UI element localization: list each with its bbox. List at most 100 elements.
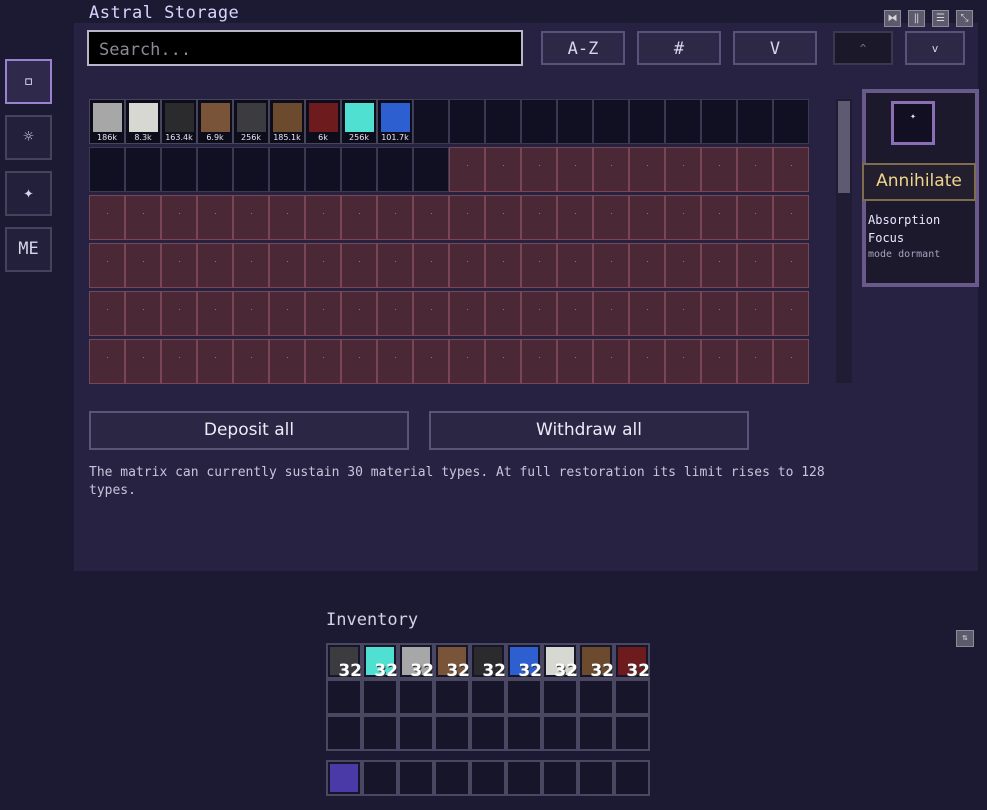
inventory-slot-empty[interactable] xyxy=(578,715,614,751)
inventory-title: Inventory xyxy=(326,610,419,630)
focus-slot[interactable]: ✦ xyxy=(891,101,935,145)
list-icon[interactable]: ☰ xyxy=(932,10,949,27)
inventory-slot-empty[interactable] xyxy=(326,679,362,715)
inventory-slot-empty[interactable] xyxy=(434,715,470,751)
inventory-slot-deepslate[interactable]: 32 xyxy=(326,643,362,681)
item-count: 32 xyxy=(626,661,650,681)
sort-count-button[interactable]: # xyxy=(637,31,721,65)
inventory-slot-empty[interactable] xyxy=(470,715,506,751)
inventory-slot-empty[interactable] xyxy=(506,760,542,796)
focus-title: Absorption Focus xyxy=(868,213,941,245)
inventory-slot-empty[interactable] xyxy=(398,715,434,751)
inventory-slot-astral-matrix[interactable] xyxy=(326,760,362,796)
storage-slot-coarse-dirt[interactable]: 185.1k xyxy=(269,99,305,144)
storage-slot-locked xyxy=(269,339,305,384)
sort-icon[interactable]: ⇅ xyxy=(956,630,974,647)
storage-slot-empty[interactable] xyxy=(665,99,701,144)
inventory-slot-empty[interactable] xyxy=(434,679,470,715)
storage-slot-empty[interactable] xyxy=(449,99,485,144)
inventory-slot-empty[interactable] xyxy=(542,715,578,751)
inventory-slot-empty[interactable] xyxy=(398,679,434,715)
storage-slot-empty[interactable] xyxy=(557,99,593,144)
search-input[interactable]: Search... xyxy=(87,30,523,66)
collapse-icon[interactable]: ⧓ xyxy=(884,10,901,27)
inventory-slot-coal[interactable]: 32 xyxy=(470,643,506,681)
storage-slot-empty[interactable] xyxy=(413,99,449,144)
inventory-slot-empty[interactable] xyxy=(362,760,398,796)
storage-slot-granite[interactable]: 186k xyxy=(89,99,125,144)
inventory-slot-empty[interactable] xyxy=(362,679,398,715)
storage-slot-locked xyxy=(377,291,413,336)
inventory-slot-empty[interactable] xyxy=(434,760,470,796)
storage-slot-empty[interactable] xyxy=(773,99,809,144)
inventory-slot-empty[interactable] xyxy=(470,760,506,796)
inventory-slot-lapis[interactable]: 32 xyxy=(506,643,542,681)
storage-slot-diamond[interactable]: 256k xyxy=(341,99,377,144)
inventory-slot-granite[interactable]: 32 xyxy=(398,643,434,681)
storage-slot-locked xyxy=(485,291,521,336)
storage-slot-empty[interactable] xyxy=(341,147,377,192)
item-count: 32 xyxy=(590,661,614,681)
storage-slot-coal[interactable]: 163.4k xyxy=(161,99,197,144)
storage-slot-locked xyxy=(125,291,161,336)
sort-descending-button[interactable]: v xyxy=(905,31,965,65)
tab-storage[interactable]: ▫ xyxy=(5,59,52,104)
inventory-slot-empty[interactable] xyxy=(578,679,614,715)
storage-slot-empty[interactable] xyxy=(161,147,197,192)
columns-icon[interactable]: ‖ xyxy=(908,10,925,27)
inventory-slot-empty[interactable] xyxy=(614,679,650,715)
storage-slot-quartz[interactable]: 8.3k xyxy=(125,99,161,144)
inventory-slot-empty[interactable] xyxy=(542,760,578,796)
storage-slot-empty[interactable] xyxy=(593,99,629,144)
storage-slot-dirt[interactable]: 6.9k xyxy=(197,99,233,144)
inventory-slot-empty[interactable] xyxy=(470,679,506,715)
storage-slot-locked xyxy=(341,243,377,288)
inventory-slot-empty[interactable] xyxy=(326,715,362,751)
withdraw-all-button[interactable]: Withdraw all xyxy=(429,411,749,450)
storage-slot-empty[interactable] xyxy=(629,99,665,144)
resize-icon[interactable]: ⤡ xyxy=(956,10,973,27)
inventory-slot-empty[interactable] xyxy=(578,760,614,796)
storage-slot-locked xyxy=(557,147,593,192)
tab-settings[interactable]: ☼ xyxy=(5,115,52,160)
inventory-slot-dirt[interactable]: 32 xyxy=(434,643,470,681)
inventory-slot-empty[interactable] xyxy=(614,715,650,751)
inventory-slot-quartz[interactable]: 32 xyxy=(542,643,578,681)
storage-slot-deepslate[interactable]: 256k xyxy=(233,99,269,144)
storage-slot-empty[interactable] xyxy=(413,147,449,192)
inventory-slot-empty[interactable] xyxy=(362,715,398,751)
storage-slot-empty[interactable] xyxy=(197,147,233,192)
inventory-slot-empty[interactable] xyxy=(614,760,650,796)
inventory-slot-diamond[interactable]: 32 xyxy=(362,643,398,681)
storage-slot-locked xyxy=(773,291,809,336)
storage-slot-empty[interactable] xyxy=(305,147,341,192)
storage-slot-empty[interactable] xyxy=(701,99,737,144)
storage-slot-empty[interactable] xyxy=(125,147,161,192)
sort-ascending-button[interactable]: ^ xyxy=(833,31,893,65)
storage-slot-locked xyxy=(485,147,521,192)
storage-slot-netherrack[interactable]: 6k xyxy=(305,99,341,144)
inventory-slot-netherrack[interactable]: 32 xyxy=(614,643,650,681)
inventory-slot-empty[interactable] xyxy=(542,679,578,715)
storage-slot-locked xyxy=(305,195,341,240)
storage-slot-empty[interactable] xyxy=(737,99,773,144)
storage-slot-locked xyxy=(737,339,773,384)
storage-slot-lapis[interactable]: 101.7k xyxy=(377,99,413,144)
deposit-all-button[interactable]: Deposit all xyxy=(89,411,409,450)
scrollbar-thumb[interactable] xyxy=(838,101,850,193)
storage-slot-empty[interactable] xyxy=(521,99,557,144)
storage-slot-empty[interactable] xyxy=(485,99,521,144)
netherrack-icon xyxy=(309,103,338,132)
storage-slot-empty[interactable] xyxy=(377,147,413,192)
inventory-slot-coarse-dirt[interactable]: 32 xyxy=(578,643,614,681)
storage-slot-empty[interactable] xyxy=(89,147,125,192)
storage-slot-empty[interactable] xyxy=(269,147,305,192)
inventory-slot-empty[interactable] xyxy=(506,679,542,715)
tab-star[interactable]: ✦ xyxy=(5,171,52,216)
inventory-slot-empty[interactable] xyxy=(506,715,542,751)
sort-az-button[interactable]: A-Z xyxy=(541,31,625,65)
tab-me[interactable]: ME xyxy=(5,227,52,272)
storage-slot-empty[interactable] xyxy=(233,147,269,192)
inventory-slot-empty[interactable] xyxy=(398,760,434,796)
view-mode-button[interactable]: V xyxy=(733,31,817,65)
